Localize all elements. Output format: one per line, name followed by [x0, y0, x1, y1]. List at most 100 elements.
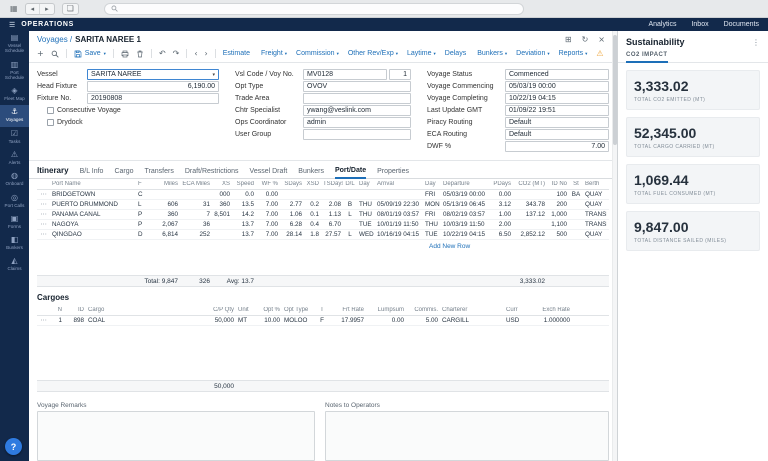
cell: 252 [180, 231, 212, 238]
cell: 17.9957 [328, 317, 366, 324]
menu-estimate[interactable]: Estimate [223, 50, 252, 57]
breadcrumb[interactable]: Voyages / [37, 35, 72, 44]
voy-no-input[interactable]: 1 [389, 69, 411, 80]
tab-properties[interactable]: Properties [377, 168, 409, 178]
scrollbar-thumb[interactable] [613, 35, 617, 145]
back-button[interactable]: ◂ [26, 4, 41, 14]
address-bar[interactable] [104, 3, 524, 15]
piracy-routing-field[interactable]: Default [505, 117, 609, 128]
notes-to-operators-textarea[interactable] [325, 411, 609, 461]
topbar-link-analytics[interactable]: Analytics [648, 21, 676, 28]
sidebar-item-alerts[interactable]: ⚠ Alerts [0, 148, 29, 169]
sidebar-item-claims[interactable]: ◭ Claims [0, 254, 29, 275]
save-button[interactable]: Save ▾ [74, 50, 106, 58]
vsl-code-input[interactable]: MV0128 [303, 69, 387, 80]
sidebar-item-voyages[interactable]: ⚓ Voyages [0, 105, 29, 126]
close-icon[interactable]: × [598, 35, 605, 44]
sidebar-item-onboard[interactable]: ◍ Onboard [0, 169, 29, 190]
table-row[interactable]: ⋯BRIDGETOWNC0000.00.00FRI05/03/19 00:000… [37, 190, 609, 200]
table-row[interactable]: ⋯NAGOYAP2,0673613.77.006.280.46.70TUE10/… [37, 220, 609, 230]
table-row[interactable]: ⋯PUERTO DRUMMONDL6063136013.57.002.770.2… [37, 200, 609, 210]
sidebar-item-port-schedule[interactable]: ▥ Port Schedule [0, 58, 29, 85]
sidebar-item-forms[interactable]: ▣ Forms [0, 212, 29, 233]
apps-icon[interactable]: ▦ [10, 5, 18, 13]
menu-delays[interactable]: Delays [445, 50, 468, 57]
add-new-row-link[interactable]: Add New Row [37, 240, 609, 253]
add-button[interactable]: + [37, 50, 44, 58]
tab-vessel-draft[interactable]: Vessel Draft [250, 168, 288, 178]
tab-bl-info[interactable]: B/L Info [80, 168, 104, 178]
menu-freight[interactable]: Freight▾ [261, 50, 287, 57]
sidebar-item-port-calls[interactable]: ◎ Port Calls [0, 191, 29, 212]
separator [113, 49, 114, 58]
consecutive-voyage-checkbox[interactable]: Consecutive Voyage [47, 105, 219, 116]
table-row[interactable]: ⋯QINGDAOD6,81425213.77.0028.141.827.57LW… [37, 230, 609, 240]
cargoes-section-title: Cargoes [29, 287, 617, 305]
topbar-link-documents[interactable]: Documents [724, 21, 759, 28]
tab-bunkers[interactable]: Bunkers [298, 168, 324, 178]
voyage-commencing-field[interactable]: 05/03/19 00:00 [505, 81, 609, 92]
tab-transfers[interactable]: Transfers [145, 168, 174, 178]
tab-port-date[interactable]: Port/Date [335, 167, 366, 179]
sidebar-item-fleet-map[interactable]: ◈ Fleet Map [0, 84, 29, 105]
column-header: Lumpsum [366, 307, 406, 313]
prev-record-button[interactable]: ‹ [194, 50, 197, 58]
tab-itinerary[interactable]: Itinerary [37, 166, 69, 178]
voyage-remarks-textarea[interactable] [37, 411, 315, 461]
sidebar-item-vessel-schedule[interactable]: ▤ Vessel Schedule [0, 31, 29, 58]
chtr-specialist-field[interactable]: ywang@veslink.com [303, 105, 411, 116]
delete-button[interactable] [136, 50, 144, 58]
vessel-select[interactable]: SARITA NAREE ▾ [87, 69, 219, 80]
table-row[interactable]: ⋯1898COAL50,000MT10.00MOLOOF17.99570.005… [37, 316, 609, 326]
hamburger-icon[interactable]: ☰ [9, 21, 15, 29]
voyage-completing-field[interactable]: 10/22/19 04:15 [505, 93, 609, 104]
last-update-gmt-field[interactable]: 01/09/22 19:51 [505, 105, 609, 116]
cell: D [136, 231, 146, 238]
eca-routing-field[interactable]: Default [505, 129, 609, 140]
ops-coordinator-field[interactable]: admin [303, 117, 411, 128]
forward-button[interactable]: ▸ [40, 4, 54, 14]
head-fixture-input[interactable]: 6,190.00 [87, 81, 219, 92]
cell: 2.77 [280, 201, 304, 208]
warning-icon[interactable]: ⚠ [596, 49, 603, 58]
topbar-link-inbox[interactable]: Inbox [691, 21, 708, 28]
tab-draft-restrictions[interactable]: Draft/Restrictions [185, 168, 239, 178]
tab-cargo[interactable]: Cargo [114, 168, 133, 178]
voyage-status-field[interactable]: Commenced [505, 69, 609, 80]
trade-area-field[interactable] [303, 93, 411, 104]
opt-type-field[interactable]: OVOV [303, 81, 411, 92]
menu-commission[interactable]: Commission▾ [296, 50, 339, 57]
print-button[interactable] [121, 50, 129, 58]
sidebar-item-tasks[interactable]: ☑ Tasks [0, 127, 29, 148]
column-header: XS [212, 181, 232, 187]
search-button[interactable] [51, 50, 59, 58]
cell: QUAY [583, 201, 607, 208]
tab-co2-impact[interactable]: CO2 IMPACT [626, 52, 668, 63]
cell: 1.13 [321, 211, 343, 218]
scrollbar[interactable] [612, 31, 617, 461]
redo-button[interactable]: ↷ [173, 50, 180, 58]
remarks-section: Voyage Remarks Notes to Operators [29, 395, 617, 461]
cell: MON [423, 201, 441, 208]
user-group-field[interactable] [303, 129, 411, 140]
help-button[interactable]: ? [5, 438, 22, 455]
sync-icon[interactable]: ↻ [582, 35, 589, 44]
cell: 7.00 [256, 201, 280, 208]
row-menu-icon: ⋯ [37, 191, 50, 198]
kebab-menu-icon[interactable]: ⋮ [752, 38, 760, 47]
menu-deviation[interactable]: Deviation▾ [516, 50, 549, 57]
menu-other-rev-exp[interactable]: Other Rev/Exp▾ [348, 50, 398, 57]
next-record-button[interactable]: › [205, 50, 208, 58]
dwf-field[interactable]: 7.00 [505, 141, 609, 152]
menu-bunkers[interactable]: Bunkers▾ [477, 50, 507, 57]
menu-reports[interactable]: Reports▾ [559, 50, 588, 57]
menu-laytime[interactable]: Laytime▾ [407, 50, 436, 57]
window-icon[interactable]: ❏ [62, 3, 79, 15]
sidebar-item-bunkers[interactable]: ◧ Bunkers [0, 233, 29, 254]
undo-button[interactable]: ↶ [159, 50, 166, 58]
grid-icon[interactable]: ⊞ [565, 35, 572, 44]
fixture-no-input[interactable]: 20190808 [87, 93, 219, 104]
table-row[interactable]: ⋯PANAMA CANALP36078,50114.27.001.060.11.… [37, 210, 609, 220]
drydock-checkbox[interactable]: Drydock [47, 117, 219, 128]
field-label: DWF % [427, 143, 505, 150]
